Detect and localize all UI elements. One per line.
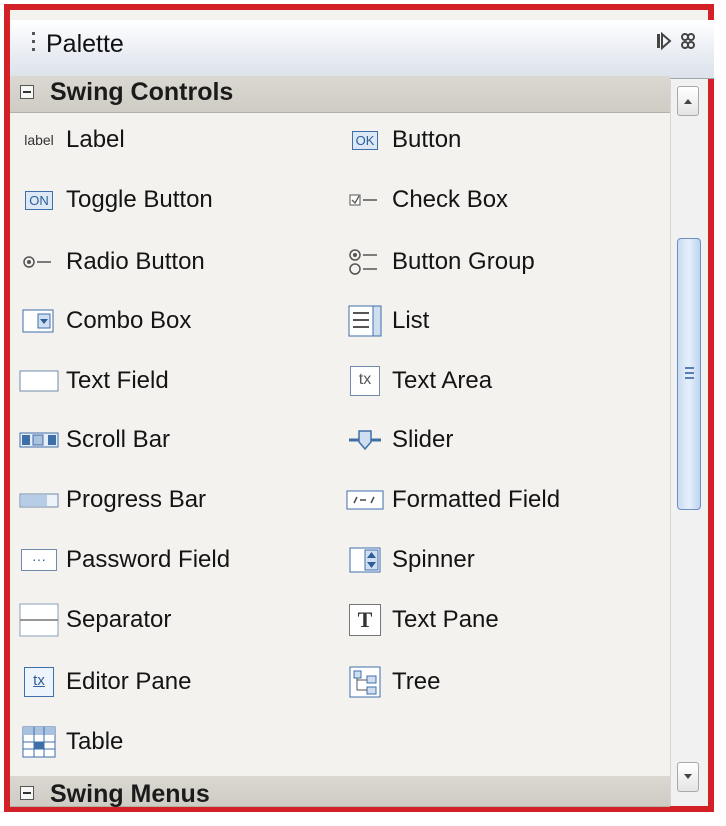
close-icon[interactable] [680, 31, 696, 57]
scroll-down-button[interactable] [677, 762, 699, 792]
scroll-up-button[interactable] [677, 86, 699, 116]
collapse-icon[interactable] [20, 786, 34, 800]
palette-item-password-field[interactable]: ··· Password Field [18, 540, 230, 580]
palette-item-label-text: Check Box [392, 186, 509, 213]
palette-item-label-text: Radio Button [66, 248, 205, 275]
vertical-scrollbar[interactable] [670, 80, 705, 806]
button-icon: OK [344, 123, 386, 157]
palette-item-separator[interactable]: Separator [18, 600, 171, 640]
slider-icon [344, 423, 386, 457]
arrow-down-icon [684, 774, 692, 779]
palette-item-label-text: Spinner [392, 546, 475, 573]
password-field-icon: ··· [18, 543, 60, 577]
spinner-icon [344, 543, 386, 577]
label-icon: label [24, 132, 54, 148]
palette-item-text-area[interactable]: tx Text Area [344, 361, 492, 401]
palette-item-label-text: Text Area [392, 367, 493, 394]
palette-item-label-text: Label [66, 126, 125, 153]
section-label: Swing Menus [50, 780, 210, 808]
progress-bar-icon [18, 483, 60, 517]
palette-item-scroll-bar[interactable]: Scroll Bar [18, 420, 170, 460]
text-pane-icon: T [344, 603, 386, 637]
palette-item-label-text: Button [392, 126, 462, 153]
palette-item-table[interactable]: Table [18, 722, 123, 762]
palette-title: Palette [46, 30, 124, 58]
palette-item-label-text: Formatted Field [392, 486, 561, 513]
palette-item-label-text: Combo Box [66, 307, 192, 334]
list-icon [344, 304, 386, 338]
tree-icon [344, 665, 386, 699]
palette-item-editor-pane[interactable]: tx Editor Pane [18, 662, 191, 702]
palette-item-label-text: Separator [66, 606, 172, 633]
collapse-icon[interactable] [20, 85, 34, 99]
palette-item-text-pane[interactable]: T Text Pane [344, 600, 499, 640]
arrow-up-icon [684, 99, 692, 104]
palette-item-progress-bar[interactable]: Progress Bar [18, 480, 206, 520]
toggle-button-icon: ON [18, 183, 60, 217]
combo-box-icon [18, 304, 60, 338]
text-area-icon: tx [344, 364, 386, 398]
section-swing-controls[interactable]: Swing Controls [10, 76, 670, 113]
separator-icon [18, 603, 60, 637]
palette-item-label-text: Text Pane [392, 606, 499, 633]
palette-item-label-text: Tree [392, 668, 441, 695]
palette-item-label-text: Editor Pane [66, 668, 192, 695]
dock-icon[interactable] [656, 31, 672, 57]
check-box-icon [344, 183, 386, 217]
palette-item-check-box[interactable]: Check Box [344, 180, 508, 220]
palette-item-button[interactable]: OK Button [344, 120, 461, 160]
palette-item-spinner[interactable]: Spinner [344, 540, 475, 580]
button-group-icon [344, 245, 386, 279]
formatted-field-icon [344, 483, 386, 517]
palette-item-label-text: Password Field [66, 546, 231, 573]
palette-item-formatted-field[interactable]: Formatted Field [344, 480, 560, 520]
palette-item-label[interactable]: label Label [18, 120, 125, 160]
palette-item-combo-box[interactable]: Combo Box [18, 301, 191, 341]
palette-item-text-field[interactable]: Text Field [18, 361, 169, 401]
palette-item-button-group[interactable]: Button Group [344, 242, 535, 282]
palette-titlebar[interactable]: Palette [10, 20, 714, 79]
section-swing-menus[interactable]: Swing Menus [10, 776, 670, 808]
palette-item-toggle-button[interactable]: ON Toggle Button [18, 180, 213, 220]
radio-button-icon [18, 245, 60, 279]
editor-pane-icon: tx [18, 665, 60, 699]
palette-item-slider[interactable]: Slider [344, 420, 453, 460]
palette-item-label-text: Toggle Button [66, 186, 213, 213]
palette-item-label-text: Text Field [66, 367, 169, 394]
drag-grip-icon[interactable] [32, 32, 36, 58]
table-icon [18, 725, 60, 759]
palette-item-label-text: Table [66, 728, 124, 755]
palette-item-label-text: List [392, 307, 430, 334]
palette-item-label-text: Button Group [392, 248, 535, 275]
section-label: Swing Controls [50, 78, 234, 106]
scroll-bar-icon [18, 423, 60, 457]
palette-item-label-text: Slider [392, 426, 454, 453]
palette-item-tree[interactable]: Tree [344, 662, 440, 702]
palette-item-label-text: Scroll Bar [66, 426, 171, 453]
palette-item-list[interactable]: List [344, 301, 429, 341]
palette-item-label-text: Progress Bar [66, 486, 207, 513]
scroll-thumb[interactable] [677, 238, 701, 510]
palette-item-radio-button[interactable]: Radio Button [18, 242, 205, 282]
text-field-icon [18, 364, 60, 398]
